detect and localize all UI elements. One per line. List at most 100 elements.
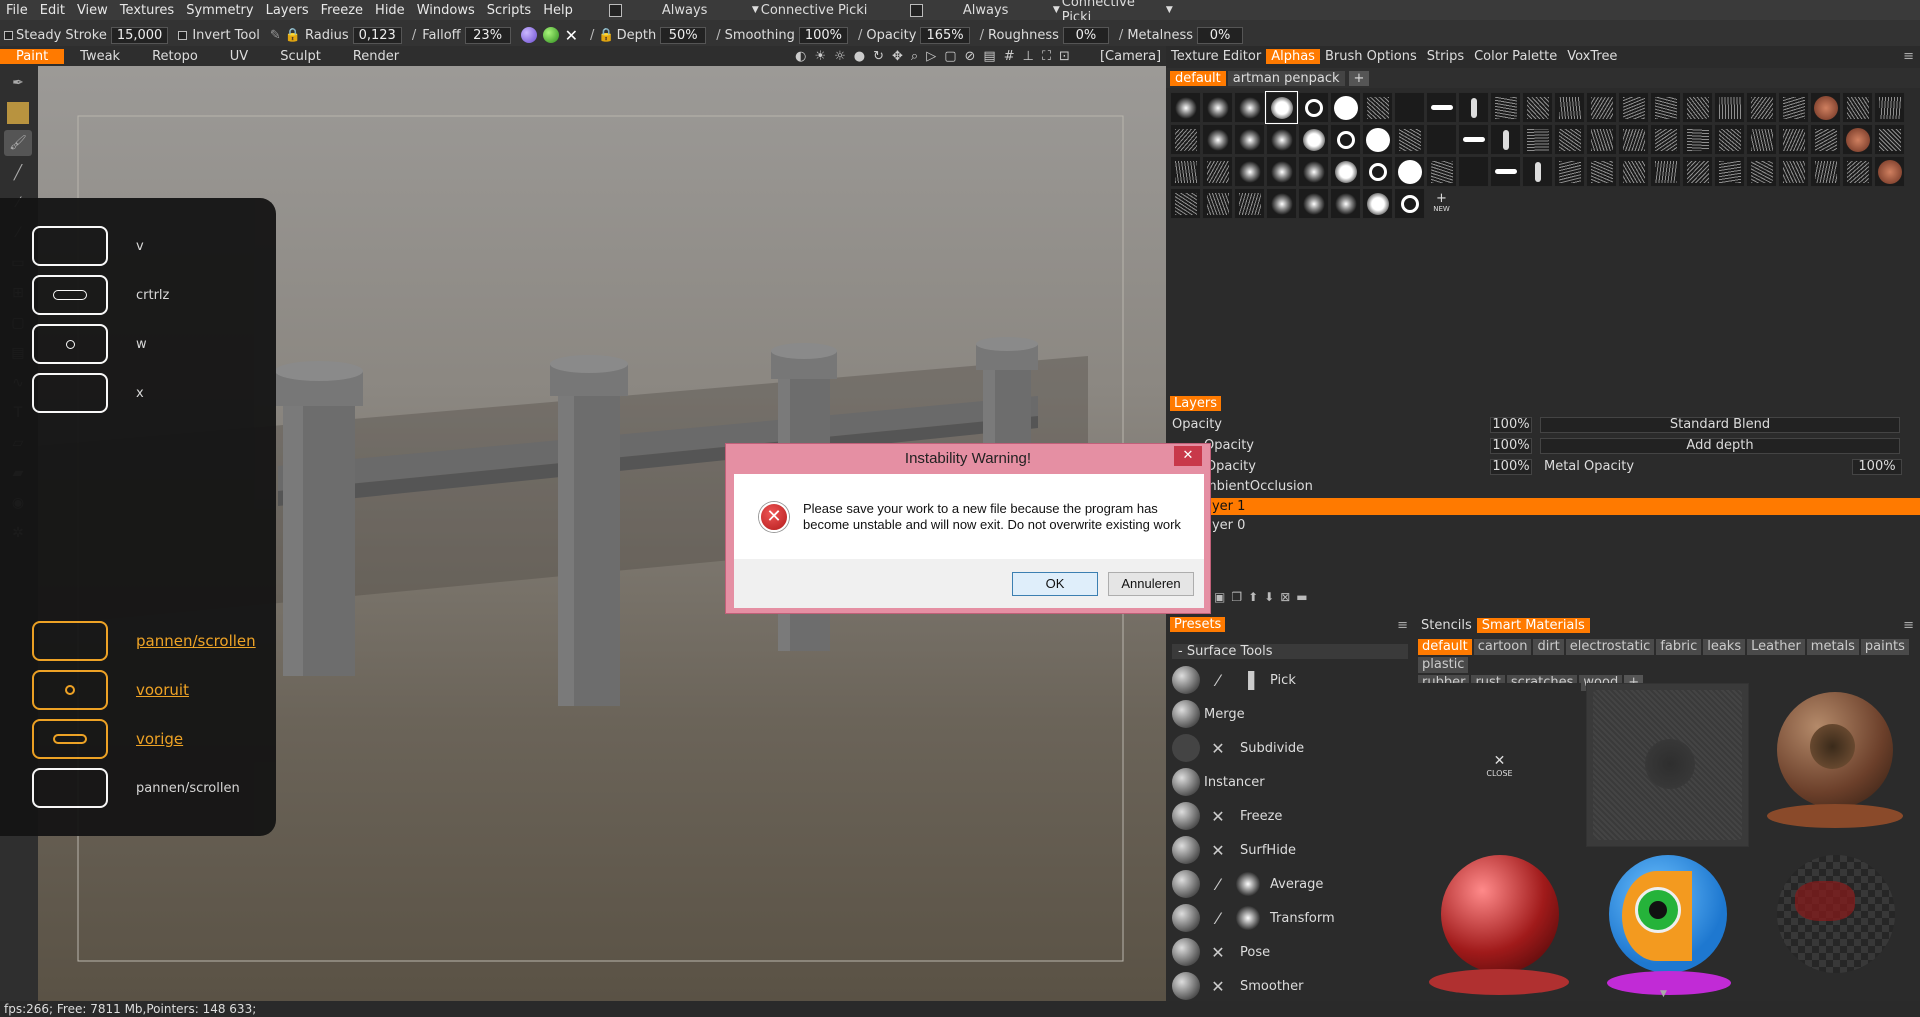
smoothing-value[interactable]: 100% <box>798 26 849 44</box>
alpha-brush-cell[interactable] <box>1778 124 1809 155</box>
alpha-brush-cell[interactable] <box>1554 92 1585 123</box>
tag-leather[interactable]: Leather <box>1747 639 1805 655</box>
alpha-brush-cell[interactable] <box>1426 124 1457 155</box>
depth-control[interactable]: / 🔒 Depth 50% <box>590 26 707 44</box>
ok-button[interactable]: OK <box>1012 571 1098 596</box>
close-material-cell[interactable]: ✕ CLOSE <box>1418 683 1581 847</box>
alpha-brush-cell[interactable] <box>1714 156 1745 187</box>
alpha-brush-cell[interactable] <box>1874 92 1905 123</box>
new-layer-icon[interactable]: ▣ <box>1214 590 1225 604</box>
crop-icon[interactable]: ⊡ <box>1059 49 1070 64</box>
tab-paint[interactable]: Paint <box>0 48 65 64</box>
alpha-brush-cell[interactable] <box>1458 92 1489 123</box>
layer-item[interactable]: mbientOcclusion <box>1204 479 1313 494</box>
alpha-brush-cell[interactable] <box>1490 156 1521 187</box>
smoothing-control[interactable]: / Smoothing 100% <box>716 26 849 44</box>
alpha-brush-cell[interactable] <box>1265 91 1298 124</box>
zoom-icon[interactable]: ⌕ <box>911 49 918 64</box>
tag-dirt[interactable]: dirt <box>1533 639 1564 655</box>
steady-stroke[interactable]: Steady Stroke 15,000 <box>4 26 169 44</box>
alpha-brush-cell[interactable] <box>1170 92 1201 123</box>
new-alpha-button[interactable]: + NEW <box>1426 188 1457 219</box>
alpha-brush-cell[interactable] <box>1746 124 1777 155</box>
menu-view[interactable]: View <box>71 3 114 18</box>
alpha-brush-cell[interactable] <box>1202 188 1233 219</box>
preset-item[interactable]: ✕ SurfHide <box>1172 834 1296 866</box>
tab-stencils[interactable]: Stencils <box>1416 618 1477 633</box>
always-dropdown-2[interactable]: Always <box>963 3 1053 18</box>
shortcut-button[interactable] <box>32 373 108 413</box>
alpha-brush-cell[interactable] <box>1330 92 1361 123</box>
preset-item[interactable]: ⁄ Transform <box>1172 902 1335 934</box>
brush-tool-icon[interactable]: 🖌 <box>4 130 32 156</box>
alpha-brush-cell[interactable] <box>1362 156 1393 187</box>
shortcut-button[interactable] <box>32 324 108 364</box>
alpha-brush-cell[interactable] <box>1874 156 1905 187</box>
shortcut-row[interactable]: pannen/scrollen <box>32 621 256 661</box>
menu-layers[interactable]: Layers <box>260 3 315 18</box>
panel-menu-icon[interactable]: ≡ <box>1903 49 1914 64</box>
preset-item[interactable]: ✕ Pose <box>1172 936 1270 968</box>
alpha-brush-cell[interactable] <box>1842 156 1873 187</box>
shortcut-button[interactable] <box>32 719 108 759</box>
steady-value[interactable]: 15,000 <box>110 26 169 44</box>
shortcut-button[interactable] <box>32 768 108 808</box>
alpha-brush-cell[interactable] <box>1170 156 1201 187</box>
shortcut-button[interactable] <box>32 275 108 315</box>
alpha-set-default[interactable]: default <box>1170 70 1226 86</box>
alpha-brush-cell[interactable] <box>1202 156 1233 187</box>
alpha-brush-cell[interactable] <box>1682 156 1713 187</box>
menu-freeze[interactable]: Freeze <box>315 3 369 18</box>
depth-value[interactable]: 50% <box>660 26 707 44</box>
box-icon[interactable]: ▢ <box>944 49 956 64</box>
tab-alphas[interactable]: Alphas <box>1266 48 1320 64</box>
roughness-control[interactable]: / Roughness 0% <box>980 26 1109 44</box>
alpha-brush-cell[interactable] <box>1234 92 1265 123</box>
always-checkbox-2[interactable] <box>909 3 923 17</box>
rough-opacity-value[interactable]: 100% <box>1490 459 1532 475</box>
alpha-brush-cell[interactable] <box>1810 92 1841 123</box>
tab-uv[interactable]: UV <box>214 49 264 64</box>
alpha-brush-cell[interactable] <box>1458 124 1489 155</box>
shortcut-row[interactable]: v <box>32 226 144 266</box>
move-icon[interactable]: ✥ <box>892 49 903 64</box>
copy-layer-icon[interactable]: ❐ <box>1231 590 1242 604</box>
alpha-brush-cell[interactable] <box>1746 92 1777 123</box>
alpha-brush-cell[interactable] <box>1618 124 1649 155</box>
alpha-brush-cell[interactable] <box>1490 124 1521 155</box>
menu-textures[interactable]: Textures <box>114 3 180 18</box>
alpha-brush-cell[interactable] <box>1298 156 1329 187</box>
alpha-brush-cell[interactable] <box>1170 124 1201 155</box>
tab-voxtree[interactable]: VoxTree <box>1562 49 1622 64</box>
alpha-brush-cell[interactable] <box>1298 188 1329 219</box>
material-thumb-red-metal[interactable] <box>1418 850 1581 1014</box>
depth-blend-dropdown[interactable]: Add depth <box>1540 438 1900 454</box>
tag-cartoon[interactable]: cartoon <box>1473 639 1532 655</box>
pen-tool-icon[interactable]: ✒ <box>4 70 32 96</box>
radius-value[interactable]: 0,123 <box>352 26 402 44</box>
alpha-brush-cell[interactable] <box>1490 92 1521 123</box>
camera-dropdown[interactable]: [Camera] <box>1100 49 1161 64</box>
alpha-brush-cell[interactable] <box>1650 92 1681 123</box>
merge-icon[interactable]: ⊠ <box>1280 590 1290 604</box>
alpha-brush-cell[interactable] <box>1330 124 1361 155</box>
connective-dropdown-1[interactable]: ▼ Connective Picki <box>752 3 872 18</box>
shortcut-button[interactable] <box>32 670 108 710</box>
tag-metals[interactable]: metals <box>1806 639 1859 655</box>
alpha-brush-cell[interactable] <box>1618 156 1649 187</box>
tag-leaks[interactable]: leaks <box>1703 639 1746 655</box>
tag-electrostatic[interactable]: electrostatic <box>1565 639 1655 655</box>
menu-windows[interactable]: Windows <box>411 3 481 18</box>
alpha-brush-cell[interactable] <box>1554 124 1585 155</box>
move-up-icon[interactable]: ⬆ <box>1248 590 1258 604</box>
scroll-down-icon[interactable]: ▼ <box>1660 989 1667 999</box>
falloff-value[interactable]: 23% <box>464 26 511 44</box>
folder-icon[interactable]: ▬ <box>1296 590 1307 604</box>
alpha-brush-cell[interactable] <box>1522 156 1553 187</box>
alpha-brush-cell[interactable] <box>1778 156 1809 187</box>
menu-symmetry[interactable]: Symmetry <box>180 3 259 18</box>
opacity-value[interactable]: 165% <box>920 26 970 44</box>
brightness-icon[interactable]: ☼ <box>834 49 846 64</box>
alpha-brush-cell[interactable] <box>1522 92 1553 123</box>
steady-checkbox[interactable] <box>4 30 13 40</box>
